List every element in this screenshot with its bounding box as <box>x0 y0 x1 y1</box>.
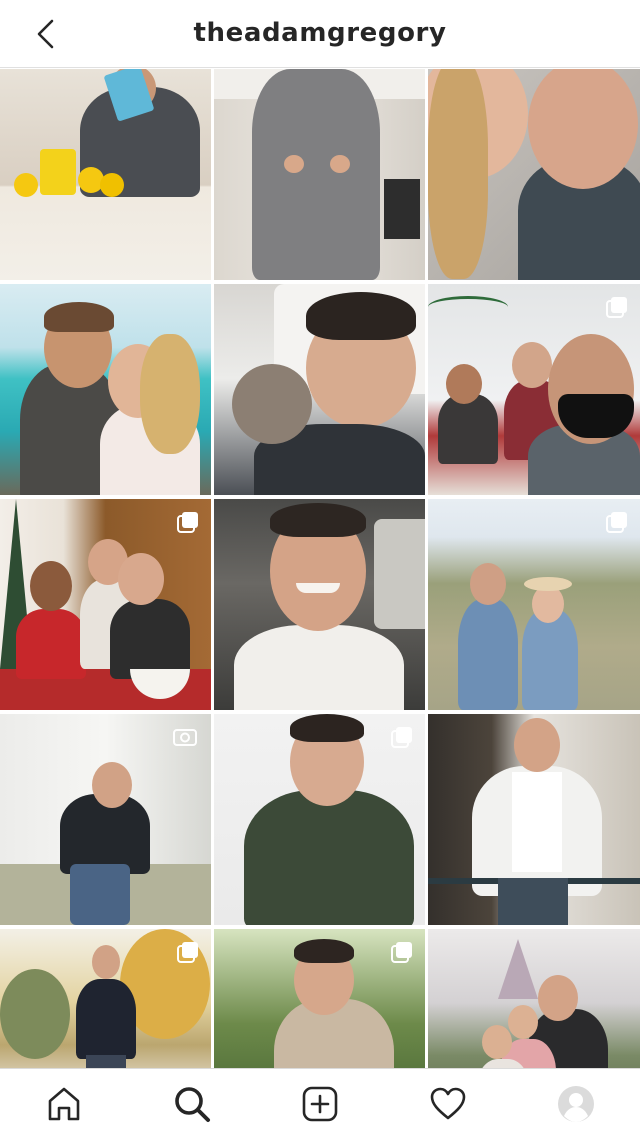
carousel-icon <box>391 942 412 963</box>
tab-activity[interactable] <box>416 1072 480 1136</box>
post-grey-sweater-kitchen[interactable] <box>214 69 425 280</box>
carousel-icon <box>606 512 627 533</box>
tab-new-post[interactable] <box>288 1072 352 1136</box>
post-masked-selfie-set[interactable] <box>428 284 640 495</box>
bottom-tab-bar <box>0 1068 640 1138</box>
plus-square-icon <box>302 1086 338 1121</box>
top-bar: theadamgregory <box>0 0 640 68</box>
home-icon <box>48 1087 80 1120</box>
post-green-sweater[interactable] <box>214 714 425 925</box>
carousel-icon <box>606 297 627 318</box>
post-nap-with-dog[interactable] <box>214 284 425 495</box>
avatar-icon <box>558 1085 594 1122</box>
tab-profile[interactable] <box>544 1072 608 1136</box>
post-car-selfie[interactable] <box>214 499 425 710</box>
heart-icon <box>430 1087 466 1119</box>
post-christmas-family[interactable] <box>0 499 211 710</box>
carousel-icon <box>391 727 412 748</box>
post-beach-kiss[interactable] <box>0 284 211 495</box>
explore-grid <box>0 69 640 1068</box>
post-couple-hillside[interactable] <box>428 499 640 710</box>
post-white-shirt-balcony[interactable] <box>428 714 640 925</box>
tab-home[interactable] <box>32 1072 96 1136</box>
post-kiss-selfie[interactable] <box>428 69 640 280</box>
carousel-icon <box>177 942 198 963</box>
page-title: theadamgregory <box>193 18 447 48</box>
post-castle-kids[interactable] <box>428 929 640 1068</box>
carousel-icon <box>177 512 198 533</box>
post-jump-outdoors[interactable] <box>0 714 211 925</box>
tab-search[interactable] <box>160 1072 224 1136</box>
search-icon <box>175 1086 210 1122</box>
post-lemon-drops[interactable] <box>0 69 211 280</box>
post-pumpkins[interactable] <box>214 929 425 1068</box>
post-autumn-tree[interactable] <box>0 929 211 1068</box>
video-icon <box>173 729 197 746</box>
